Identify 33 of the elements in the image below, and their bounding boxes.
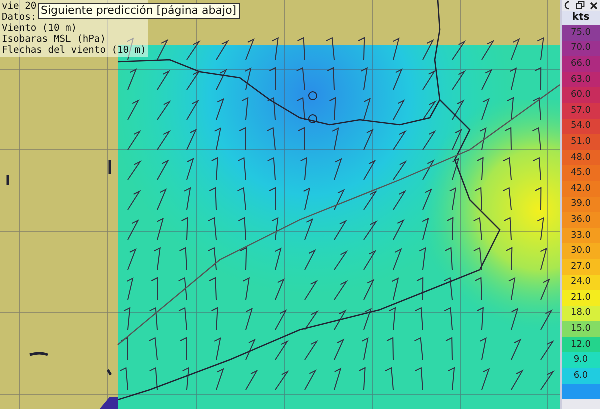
scale-value: 51.0 xyxy=(570,136,592,147)
scale-value: 66.0 xyxy=(570,58,592,69)
legend-text: Datos: xyxy=(2,12,37,23)
scale-value: 63.0 xyxy=(570,74,592,85)
unit-label: kts xyxy=(562,11,600,25)
scale-value: 36.0 xyxy=(570,214,592,225)
scale-value: 70.0 xyxy=(570,43,592,54)
scale-value: 27.0 xyxy=(570,262,592,272)
moon-icon[interactable] xyxy=(564,1,570,10)
scale-value: 48.0 xyxy=(570,152,592,163)
scale-value: 12.0 xyxy=(570,340,592,350)
restore-icon[interactable] xyxy=(576,1,584,10)
scale-value: 30.0 xyxy=(570,246,592,256)
legend-text: vie 20 xyxy=(2,1,37,12)
legend-text: Isobaras MSL (hPa) xyxy=(2,34,106,45)
scale-value: 33.0 xyxy=(570,230,592,241)
scale-value: 60.0 xyxy=(570,90,592,100)
scale-value: 9.0 xyxy=(574,355,588,366)
scale-value: 45.0 xyxy=(570,168,592,178)
scale-value: 75.0 xyxy=(570,28,592,38)
scale-value: 6.0 xyxy=(574,370,588,381)
scale-value: 57.0 xyxy=(570,106,592,116)
scale-value: 15.0 xyxy=(570,324,592,334)
scale-value: 18.0 xyxy=(570,308,592,318)
scale-value: 42.0 xyxy=(570,184,592,194)
legend-text: Viento (10 m) xyxy=(2,23,78,34)
scale-value: 21.0 xyxy=(570,292,592,303)
legend-text: Flechas del viento (10 m) xyxy=(2,45,146,56)
scale-value: 39.0 xyxy=(570,199,592,210)
scale-value: 54.0 xyxy=(570,121,592,132)
tooltip: Siguiente predicción [página abajo] xyxy=(38,3,240,19)
scale-value: 24.0 xyxy=(570,277,592,288)
close-icon[interactable] xyxy=(590,2,598,10)
